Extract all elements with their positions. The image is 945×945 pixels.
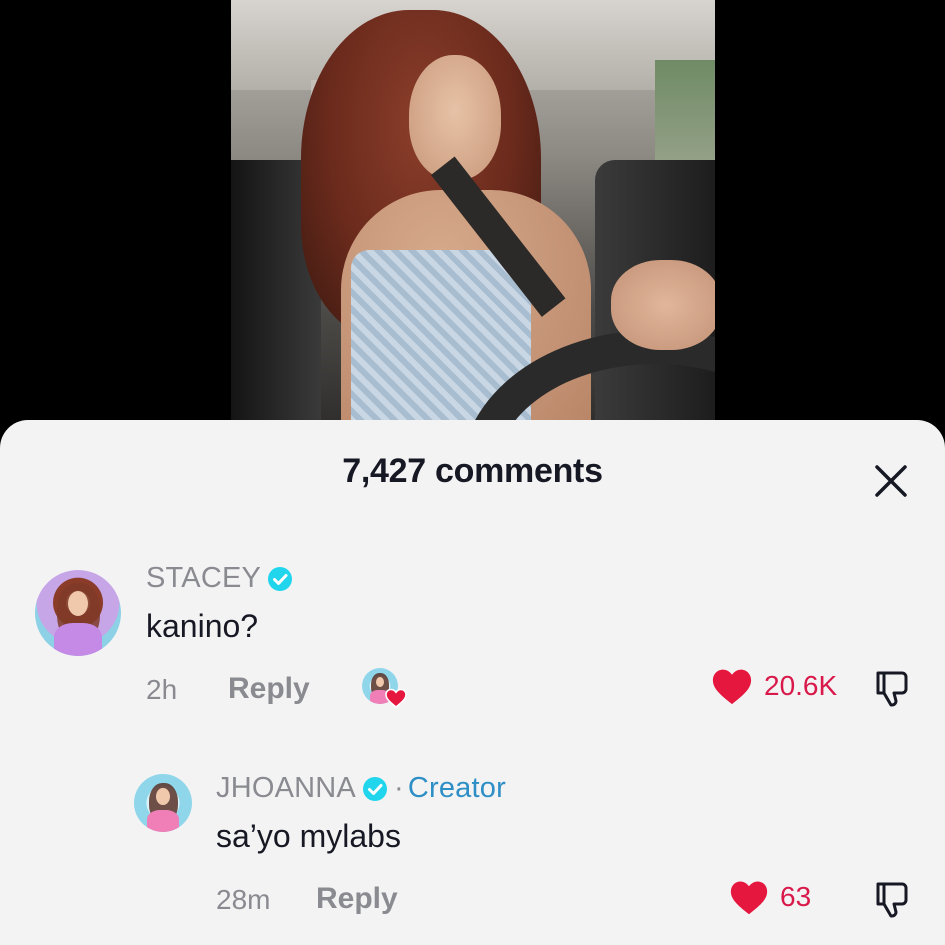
reply-username[interactable]: JHOANNA · Creator — [216, 772, 506, 805]
avatar[interactable] — [35, 570, 121, 656]
like-button[interactable]: 63 — [728, 878, 811, 916]
like-count: 63 — [780, 881, 812, 912]
creator-liked-indicator — [362, 668, 407, 709]
like-button[interactable]: 20.6K — [710, 666, 837, 706]
reply-button[interactable]: Reply — [228, 672, 310, 706]
video-preview[interactable] — [231, 0, 715, 440]
dislike-button[interactable] — [872, 667, 914, 709]
dislike-button[interactable] — [872, 878, 914, 920]
person-hand — [611, 260, 715, 350]
separator: · — [393, 772, 404, 804]
heart-icon — [730, 881, 768, 915]
username-text: STACEY — [146, 562, 262, 594]
thumbs-down-icon — [876, 882, 908, 918]
comments-count-title: 7,427 comments — [342, 452, 603, 490]
verified-badge-icon — [362, 776, 387, 801]
heart-icon — [385, 688, 407, 709]
reply-text: sa’yo mylabs — [216, 818, 401, 854]
thumbs-down-icon — [876, 671, 908, 707]
comment-text: kanino? — [146, 608, 259, 644]
comments-sheet: 7,427 comments STACEY kanino? 2h Reply 2… — [0, 420, 945, 945]
avatar[interactable] — [134, 774, 192, 832]
heart-icon — [712, 669, 752, 705]
reply-button[interactable]: Reply — [316, 882, 398, 916]
comment-timestamp: 2h — [146, 674, 178, 705]
comment-username[interactable]: STACEY — [146, 562, 293, 595]
like-count: 20.6K — [764, 670, 838, 701]
creator-badge: Creator — [407, 772, 506, 804]
verified-badge-icon — [268, 566, 293, 591]
close-button[interactable] — [870, 460, 912, 502]
reply-timestamp: 28m — [216, 884, 271, 915]
username-text: JHOANNA — [216, 772, 356, 804]
close-icon — [875, 465, 907, 497]
